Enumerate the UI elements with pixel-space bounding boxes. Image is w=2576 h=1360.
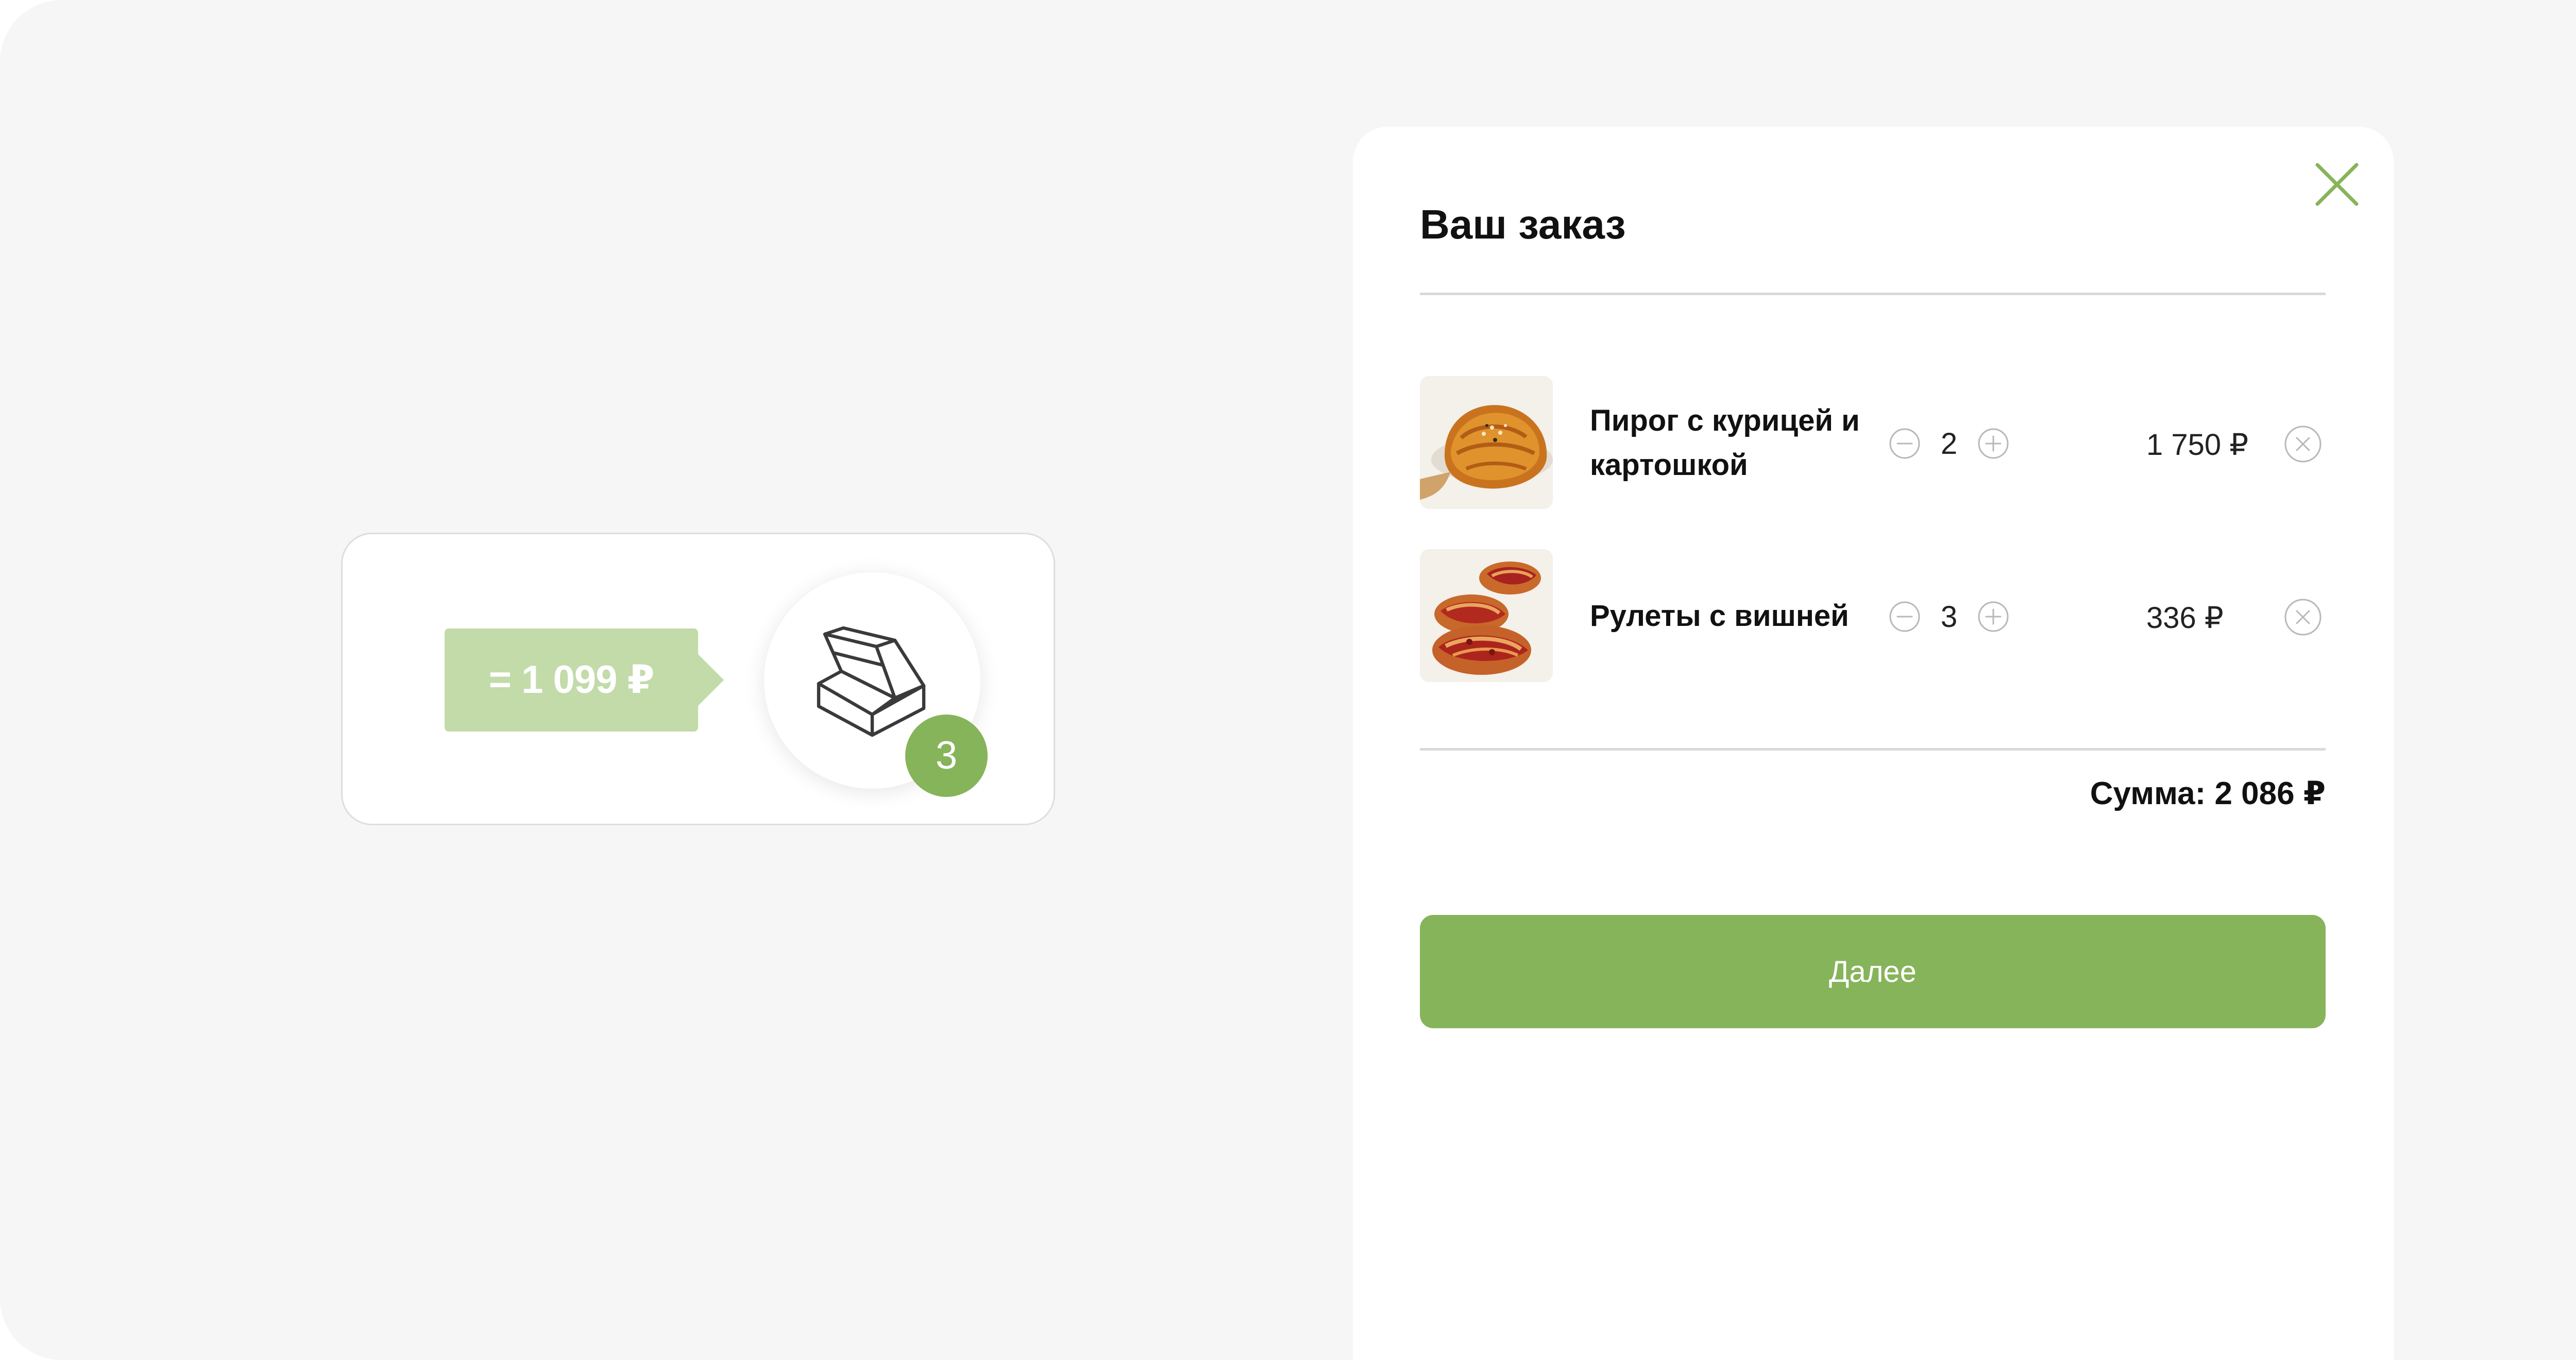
remove-circle-icon[interactable] — [2283, 598, 2323, 637]
mini-cart-widget[interactable]: = 1 099 ₽ 3 — [341, 533, 1055, 825]
order-panel: Ваш заказ Пирог с курицей и картошкой 2 … — [1353, 127, 2394, 1360]
item-price: 336 ₽ — [2146, 601, 2224, 635]
remove-circle-icon[interactable] — [2283, 424, 2323, 464]
plus-circle-icon[interactable] — [1977, 601, 2009, 633]
next-button[interactable]: Далее — [1420, 915, 2326, 1028]
cart-item: Рулеты с вишней 3 336 ₽ — [1420, 549, 2326, 683]
order-title: Ваш заказ — [1420, 201, 1626, 247]
product-image-chicken-pie — [1420, 376, 1553, 509]
plus-circle-icon[interactable] — [1977, 428, 2009, 460]
close-icon[interactable] — [2311, 159, 2363, 210]
item-name: Пирог с курицей и картошкой — [1590, 404, 1860, 482]
order-total: Сумма: 2 086 ₽ — [2090, 776, 2326, 811]
quantity-value: 3 — [1940, 600, 1958, 634]
header-divider — [1420, 293, 2326, 295]
items-divider — [1420, 748, 2326, 751]
minus-circle-icon[interactable] — [1889, 601, 1921, 633]
item-name: Рулеты с вишней — [1590, 599, 1849, 633]
box-icon — [817, 626, 926, 737]
price-tag-arrow — [698, 654, 724, 706]
cart-total-tag: = 1 099 ₽ — [445, 628, 698, 732]
quantity-value: 2 — [1940, 427, 1958, 461]
cart-item: Пирог с курицей и картошкой 2 1 750 ₽ — [1420, 376, 2326, 510]
item-price: 1 750 ₽ — [2146, 428, 2249, 462]
cart-count-badge: 3 — [905, 715, 988, 797]
product-image-cherry-rolls — [1420, 549, 1553, 682]
page-background: = 1 099 ₽ 3 Ваш заказ Пирог с курицей и … — [0, 0, 2576, 1360]
minus-circle-icon[interactable] — [1889, 428, 1921, 460]
